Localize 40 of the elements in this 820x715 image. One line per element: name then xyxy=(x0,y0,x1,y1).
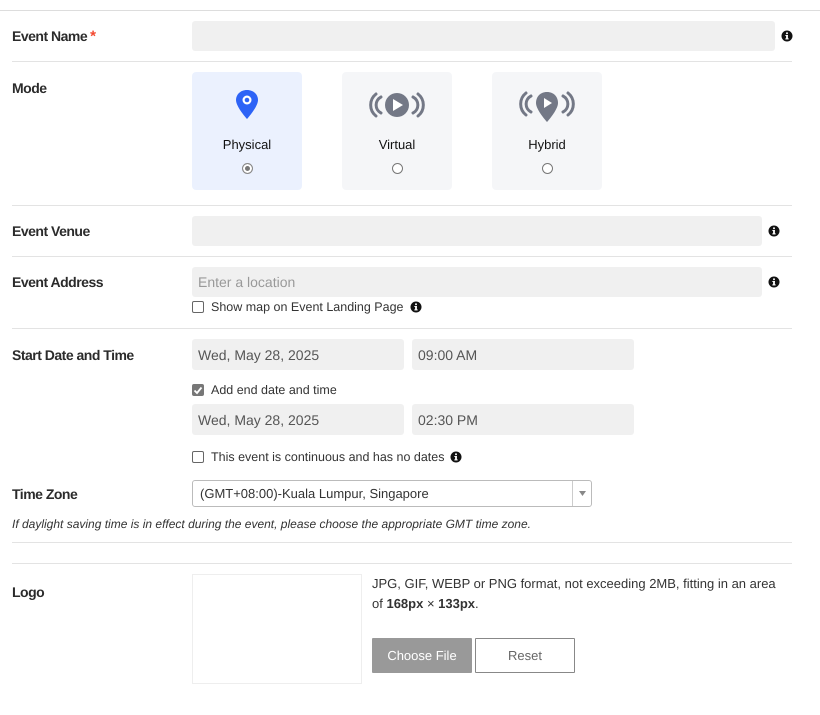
mode-label: Physical xyxy=(222,137,272,152)
field-label: Logo xyxy=(12,583,46,602)
mode-card[interactable]: Virtual xyxy=(342,72,452,190)
field-label: Time Zone xyxy=(12,486,78,502)
field-label: Start Date and Time xyxy=(12,346,135,365)
info-icon xyxy=(781,30,793,42)
field-label: Event Address xyxy=(12,273,104,292)
mode-card[interactable]: Physical xyxy=(192,72,302,190)
reset-button[interactable]: Reset xyxy=(475,638,575,673)
checkbox-label: This event is continuous and has no dates xyxy=(211,450,444,464)
dropdown-arrow-icon xyxy=(578,491,586,496)
timezone-dropdown[interactable]: (GMT+08:00)-Kuala Lumpur, Singapore xyxy=(192,480,592,507)
upload-hint: JPG, GIF, WEBP or PNG format, not exceeding 2MB, fitting in an area of 168px × 133px. xyxy=(372,575,777,613)
mode-card[interactable]: Hybrid xyxy=(492,72,602,190)
field-label: Event Venue xyxy=(12,223,91,239)
time-field[interactable]: 02:30 PM xyxy=(412,404,634,435)
checkbox[interactable] xyxy=(192,301,204,313)
radio-button[interactable] xyxy=(542,163,552,174)
mode-label: Virtual xyxy=(378,137,416,152)
checkbox-label: Add end date and time xyxy=(211,383,337,397)
checkbox-label: Show map on Event Landing Page xyxy=(211,300,404,314)
help-text: If daylight saving time is in effect during the event, please choose the appropriate GMT time zone. xyxy=(12,517,532,531)
date-field[interactable]: Wed, May 28, 2025 xyxy=(192,339,404,370)
dropdown-value: (GMT+08:00)-Kuala Lumpur, Singapore xyxy=(200,486,429,501)
date-field[interactable]: Wed, May 28, 2025 xyxy=(192,404,404,435)
info-icon xyxy=(768,276,780,288)
check-icon xyxy=(192,384,204,396)
info-icon xyxy=(450,451,462,463)
required-mark: * xyxy=(90,28,96,44)
checkbox[interactable] xyxy=(192,384,204,396)
field-label: Event Name xyxy=(12,28,88,44)
radio-button[interactable] xyxy=(392,163,402,174)
info-icon xyxy=(410,301,422,313)
mode-label: Hybrid xyxy=(528,137,566,152)
radio-button[interactable] xyxy=(242,163,252,174)
checkbox[interactable] xyxy=(192,451,204,463)
location-field[interactable]: Enter a location xyxy=(192,267,762,297)
field-label: Mode xyxy=(12,79,48,98)
time-field[interactable]: 09:00 AM xyxy=(412,339,634,370)
info-icon xyxy=(768,225,780,237)
